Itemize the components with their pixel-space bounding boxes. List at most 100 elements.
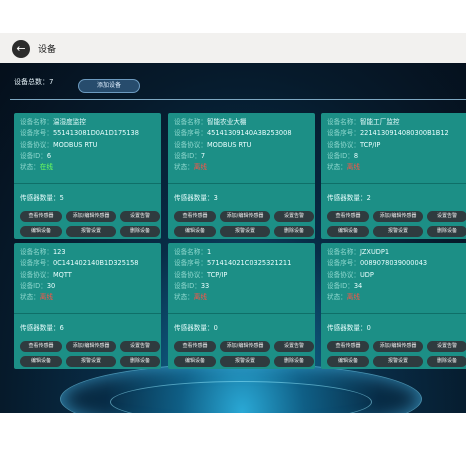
device-card: 设备名称：123 设备序号：0C141402140B1D325158 设备协议：…	[14, 243, 161, 369]
device-info: 设备名称：1 设备序号：571414021C0325321211 设备协议：TC…	[174, 247, 291, 303]
add-edit-sensors-button[interactable]: 添加/编辑传感器	[66, 341, 116, 352]
delete-device-button[interactable]: 删除设备	[427, 226, 466, 237]
back-arrow-icon[interactable]: ←	[12, 40, 30, 58]
settings-button[interactable]: 设置告警	[427, 341, 466, 352]
sensor-count: 传感器数量：6	[20, 322, 64, 332]
edit-device-button[interactable]: 编辑设备	[327, 356, 369, 367]
view-sensors-button[interactable]: 查看传感器	[327, 341, 369, 352]
add-edit-sensors-button[interactable]: 添加/编辑传感器	[373, 211, 423, 222]
device-card: 设备名称：1 设备序号：571414021C0325321211 设备协议：TC…	[168, 243, 315, 369]
view-sensors-button[interactable]: 查看传感器	[174, 211, 216, 222]
name-label: 设备名称：	[20, 118, 53, 126]
device-protocol: MODBUS RTU	[206, 140, 252, 149]
page-title: 设备	[38, 45, 57, 55]
alarm-settings-button[interactable]: 报警设置	[373, 226, 423, 237]
delete-device-button[interactable]: 删除设备	[120, 356, 160, 367]
card-divider	[14, 313, 161, 314]
sensor-count-label: 传感器数量：	[20, 324, 60, 332]
add-edit-sensors-button[interactable]: 添加/编辑传感器	[220, 211, 270, 222]
add-device-button[interactable]: 添加设备	[78, 79, 140, 93]
card-divider	[168, 183, 315, 184]
device-info: 设备名称：123 设备序号：0C141402140B1D325158 设备协议：…	[20, 247, 139, 303]
sensor-count: 传感器数量：5	[20, 192, 64, 202]
id-label: 设备ID：	[174, 151, 201, 160]
status-badge: 离线	[346, 163, 360, 172]
alarm-settings-button[interactable]: 报警设置	[66, 226, 116, 237]
device-dashboard: 设备总数：7 添加设备 设备名称：温湿度监控 设备序号：551413081D0A…	[0, 63, 466, 413]
view-sensors-button[interactable]: 查看传感器	[20, 211, 62, 222]
view-sensors-button[interactable]: 查看传感器	[20, 341, 62, 352]
device-id: 8	[353, 151, 359, 160]
status-badge: 离线	[39, 293, 53, 302]
sensor-count-value: 0	[366, 324, 371, 332]
name-label: 设备名称：	[327, 248, 360, 256]
sensor-count-value: 6	[59, 324, 64, 332]
protocol-label: 设备协议：	[20, 140, 53, 149]
settings-button[interactable]: 设置告警	[120, 211, 160, 222]
device-serial: 2214130914080300B1B12	[359, 129, 449, 138]
serial-label: 设备序号：	[174, 129, 207, 138]
device-protocol: UDP	[359, 270, 374, 279]
sensor-count: 传感器数量：0	[327, 322, 371, 332]
add-edit-sensors-button[interactable]: 添加/编辑传感器	[373, 341, 423, 352]
add-edit-sensors-button[interactable]: 添加/编辑传感器	[220, 341, 270, 352]
view-sensors-button[interactable]: 查看传感器	[327, 211, 369, 222]
device-protocol: TCP/IP	[359, 140, 381, 149]
device-card: 设备名称：温湿度监控 设备序号：551413081D0A1D175138 设备协…	[14, 113, 161, 239]
sensor-count-label: 传感器数量：	[174, 194, 214, 202]
view-sensors-button[interactable]: 查看传感器	[174, 341, 216, 352]
settings-button[interactable]: 设置告警	[427, 211, 466, 222]
edit-device-button[interactable]: 编辑设备	[174, 356, 216, 367]
add-edit-sensors-button[interactable]: 添加/编辑传感器	[66, 211, 116, 222]
protocol-label: 设备协议：	[174, 140, 207, 149]
status-label: 状态：	[20, 293, 40, 302]
protocol-label: 设备协议：	[20, 270, 53, 279]
name-label: 设备名称：	[327, 118, 360, 126]
status-badge: 在线	[39, 163, 53, 172]
delete-device-button[interactable]: 删除设备	[120, 226, 160, 237]
device-id: 30	[46, 281, 56, 290]
edit-device-button[interactable]: 编辑设备	[174, 226, 216, 237]
device-name: 温湿度监控	[52, 118, 86, 126]
device-id: 7	[200, 151, 206, 160]
serial-label: 设备序号：	[20, 129, 53, 138]
delete-device-button[interactable]: 删除设备	[427, 356, 466, 367]
status-label: 状态：	[174, 293, 194, 302]
top-header: ← 设备	[0, 33, 466, 63]
alarm-settings-button[interactable]: 报警设置	[66, 356, 116, 367]
card-divider	[321, 183, 466, 184]
status-badge: 离线	[193, 293, 207, 302]
device-serial: 0C141402140B1D325158	[52, 259, 139, 268]
alarm-settings-button[interactable]: 报警设置	[373, 356, 423, 367]
device-card: 设备名称：JZXUDP1 设备序号：0089078039000043 设备协议：…	[321, 243, 466, 369]
settings-button[interactable]: 设置告警	[274, 211, 314, 222]
edit-device-button[interactable]: 编辑设备	[20, 356, 62, 367]
device-protocol: TCP/IP	[206, 270, 228, 279]
alarm-settings-button[interactable]: 报警设置	[220, 226, 270, 237]
settings-button[interactable]: 设置告警	[274, 341, 314, 352]
device-id: 34	[353, 281, 363, 290]
settings-button[interactable]: 设置告警	[120, 341, 160, 352]
sensor-count-value: 2	[366, 194, 371, 202]
device-name: JZXUDP1	[359, 248, 390, 256]
alarm-settings-button[interactable]: 报警设置	[220, 356, 270, 367]
id-label: 设备ID：	[20, 151, 47, 160]
divider	[10, 99, 466, 100]
protocol-label: 设备协议：	[174, 270, 207, 279]
sensor-count: 传感器数量：3	[174, 192, 218, 202]
name-label: 设备名称：	[174, 248, 207, 256]
device-serial: 551413081D0A1D175138	[52, 129, 139, 138]
status-label: 状态：	[327, 293, 347, 302]
edit-device-button[interactable]: 编辑设备	[20, 226, 62, 237]
device-name: 1	[206, 248, 212, 256]
sensor-count-value: 0	[213, 324, 218, 332]
device-total: 设备总数：7	[14, 78, 54, 86]
card-divider	[14, 183, 161, 184]
delete-device-button[interactable]: 删除设备	[274, 226, 314, 237]
protocol-label: 设备协议：	[327, 270, 360, 279]
device-serial: 571414021C0325321211	[206, 259, 292, 268]
id-label: 设备ID：	[327, 281, 354, 290]
delete-device-button[interactable]: 删除设备	[274, 356, 314, 367]
serial-label: 设备序号：	[174, 259, 207, 268]
edit-device-button[interactable]: 编辑设备	[327, 226, 369, 237]
